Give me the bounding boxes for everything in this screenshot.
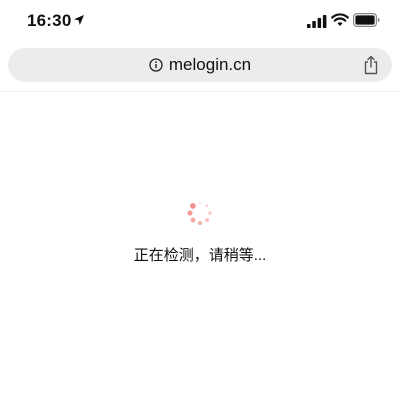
- info-icon[interactable]: [149, 58, 163, 72]
- wifi-icon: [331, 13, 349, 26]
- spinner-dot: [208, 211, 212, 215]
- spinner-dot: [205, 204, 209, 208]
- spinner-dot: [190, 217, 196, 223]
- address-bar[interactable]: melogin.cn: [8, 48, 392, 82]
- url-group[interactable]: melogin.cn: [8, 48, 392, 82]
- location-arrow-icon: [74, 15, 84, 25]
- battery-icon: [353, 13, 380, 27]
- share-icon[interactable]: [363, 55, 379, 75]
- status-bar: 16:30: [0, 0, 400, 44]
- spinner-dot: [187, 210, 193, 216]
- loading-message: 正在检测，请稍等...: [133, 247, 267, 264]
- spinner-dot: [205, 218, 210, 223]
- loading-spinner-icon: [187, 201, 212, 226]
- spinner-dot: [198, 201, 202, 205]
- status-time: 16:30: [27, 11, 72, 30]
- toolbar-divider: [0, 91, 400, 92]
- url-text[interactable]: melogin.cn: [169, 55, 251, 75]
- spinner-dot: [190, 203, 196, 209]
- cellular-signal-icon: [307, 15, 327, 28]
- spinner-dot: [197, 220, 203, 226]
